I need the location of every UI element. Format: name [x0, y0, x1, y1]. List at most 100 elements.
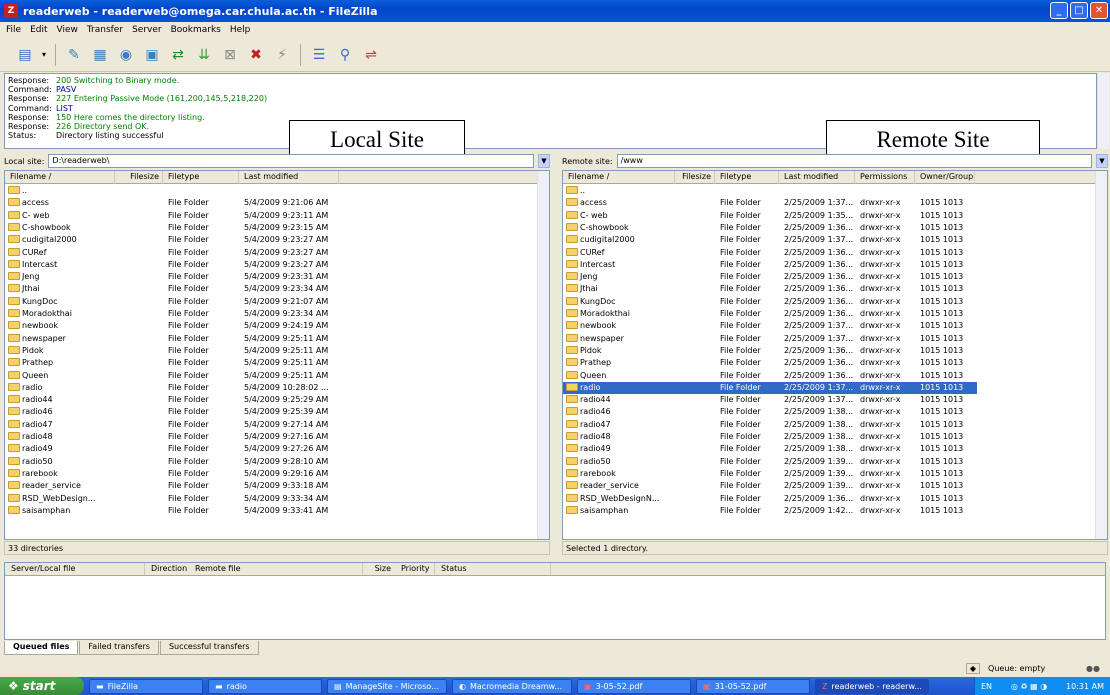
- transfer-queue[interactable]: Server/Local file Direction Remote file …: [4, 562, 1106, 640]
- file-row[interactable]: radio47 File Folder 5/4/2009 9:27:14 AM: [5, 419, 537, 431]
- file-row[interactable]: radio46 File Folder 5/4/2009 9:25:39 AM: [5, 406, 537, 418]
- task-readerweb[interactable]: Zreaderweb - readerw...: [815, 678, 929, 694]
- file-row[interactable]: reader_service File Folder 5/4/2009 9:33:1…: [5, 480, 537, 492]
- file-row[interactable]: Queen File Folder 2/25/2009 1:36... drwxr-x…: [563, 370, 977, 382]
- queue-toggle-icon[interactable]: ▣: [141, 44, 163, 66]
- filter-icon[interactable]: ☰: [308, 44, 330, 66]
- chevron-down-icon[interactable]: ▼: [1096, 154, 1108, 168]
- file-row[interactable]: saisamphan File Folder 5/4/2009 9:33:41 AM: [5, 505, 537, 517]
- file-row[interactable]: C- web File Folder 5/4/2009 9:23:11 AM: [5, 210, 537, 222]
- file-row[interactable]: Prathep File Folder 2/25/2009 1:36... drwxr…: [563, 357, 977, 369]
- file-row[interactable]: radio49 File Folder 2/25/2009 1:38... drwxr…: [563, 443, 977, 455]
- minimize-button[interactable]: _: [1050, 2, 1068, 19]
- file-row[interactable]: radio File Folder 5/4/2009 10:28:02 ...: [5, 382, 537, 394]
- col-filename[interactable]: Filename /: [563, 171, 675, 184]
- file-row[interactable]: Intercast File Folder 2/25/2009 1:36... drw…: [563, 259, 977, 271]
- process-queue-icon[interactable]: ⇊: [193, 44, 215, 66]
- file-row[interactable]: cudigital2000 File Folder 2/25/2009 1:37..…: [563, 234, 977, 246]
- menu-help[interactable]: Help: [230, 25, 251, 35]
- file-row[interactable]: radio49 File Folder 5/4/2009 9:27:26 AM: [5, 443, 537, 455]
- file-row[interactable]: newspaper File Folder 2/25/2009 1:37... drw…: [563, 333, 977, 345]
- file-row[interactable]: Jeng File Folder 5/4/2009 9:23:31 AM: [5, 271, 537, 283]
- file-row[interactable]: cudigital2000 File Folder 5/4/2009 9:23:27…: [5, 234, 537, 246]
- close-button[interactable]: ✕: [1090, 2, 1108, 19]
- menu-server[interactable]: Server: [132, 25, 162, 35]
- col-remote-file[interactable]: Remote file: [189, 563, 363, 575]
- file-row[interactable]: ..: [563, 185, 977, 197]
- local-tree-toggle-icon[interactable]: ▦: [89, 44, 111, 66]
- local-scrollbar[interactable]: [537, 171, 549, 539]
- message-log-toggle-icon[interactable]: ✎: [63, 44, 85, 66]
- start-button[interactable]: ❖ start: [0, 677, 84, 695]
- file-row[interactable]: rarebook File Folder 5/4/2009 9:29:16 AM: [5, 468, 537, 480]
- file-row[interactable]: newspaper File Folder 5/4/2009 9:25:11 AM: [5, 333, 537, 345]
- file-row[interactable]: KungDoc File Folder 2/25/2009 1:36... drwxr…: [563, 296, 977, 308]
- remote-path-input[interactable]: /www: [616, 154, 1092, 168]
- compare-icon[interactable]: ⚲: [334, 44, 356, 66]
- file-row[interactable]: rarebook File Folder 2/25/2009 1:39... drwx…: [563, 468, 977, 480]
- col-filesize[interactable]: Filesize: [115, 171, 163, 184]
- col-filetype[interactable]: Filetype: [163, 171, 239, 184]
- file-row[interactable]: CURef File Folder 5/4/2009 9:23:27 AM: [5, 247, 537, 259]
- remote-file-list[interactable]: Filename / Filesize Filetype Last modifi…: [562, 170, 1108, 540]
- sync-browse-icon[interactable]: ⇌: [360, 44, 382, 66]
- remote-scrollbar[interactable]: [1095, 171, 1107, 539]
- file-row[interactable]: newbook File Folder 5/4/2009 9:24:19 AM: [5, 320, 537, 332]
- task-managesite[interactable]: ▤ ManageSite - Microso...: [327, 678, 447, 694]
- file-row[interactable]: reader_service File Folder 2/25/2009 1:39.…: [563, 480, 977, 492]
- menu-view[interactable]: View: [57, 25, 78, 35]
- col-permissions[interactable]: Permissions: [855, 171, 915, 184]
- file-row[interactable]: radio46 File Folder 2/25/2009 1:38... drwxr…: [563, 406, 977, 418]
- file-row[interactable]: ..: [5, 185, 537, 197]
- file-row[interactable]: C-showbook File Folder 5/4/2009 9:23:15 AM: [5, 222, 537, 234]
- file-row[interactable]: newbook File Folder 2/25/2009 1:37... drwxr…: [563, 320, 977, 332]
- col-size[interactable]: Size: [363, 563, 395, 575]
- col-filesize[interactable]: Filesize: [675, 171, 715, 184]
- menu-file[interactable]: File: [6, 25, 21, 35]
- file-row[interactable]: radio File Folder 2/25/2009 1:37... drwxr-x…: [563, 381, 977, 395]
- file-row[interactable]: Jeng File Folder 2/25/2009 1:36... drwxr-xr…: [563, 271, 977, 283]
- refresh-icon[interactable]: ⇄: [167, 44, 189, 66]
- file-row[interactable]: Moradokthai File Folder 2/25/2009 1:36... d…: [563, 308, 977, 320]
- file-row[interactable]: Queen File Folder 5/4/2009 9:25:11 AM: [5, 370, 537, 382]
- file-row[interactable]: Pidok File Folder 2/25/2009 1:36... drwxr-x…: [563, 345, 977, 357]
- file-row[interactable]: RSD_WebDesignN... File Folder 2/25/2009 1:…: [563, 493, 977, 505]
- col-owner-group[interactable]: Owner/Group: [915, 171, 975, 184]
- task-filezilla[interactable]: ▬ FileZilla: [89, 678, 203, 694]
- reconnect-icon[interactable]: ⚡: [271, 44, 293, 66]
- language-indicator[interactable]: EN: [981, 682, 992, 691]
- task-radio[interactable]: ▬ radio: [208, 678, 322, 694]
- file-row[interactable]: saisamphan File Folder 2/25/2009 1:42... dr…: [563, 505, 977, 517]
- cancel-icon[interactable]: ⊠: [219, 44, 241, 66]
- file-row[interactable]: radio50 File Folder 5/4/2009 9:28:10 AM: [5, 456, 537, 468]
- tab-failed-transfers[interactable]: Failed transfers: [79, 641, 159, 655]
- file-row[interactable]: Jthai File Folder 5/4/2009 9:23:34 AM: [5, 283, 537, 295]
- col-last-modified[interactable]: Last modified: [779, 171, 855, 184]
- local-path-input[interactable]: D:\readerweb\: [48, 154, 534, 168]
- file-row[interactable]: KungDoc File Folder 5/4/2009 9:21:07 AM: [5, 296, 537, 308]
- file-row[interactable]: Moradokthai File Folder 5/4/2009 9:23:34 A…: [5, 308, 537, 320]
- tray-icons[interactable]: ◎ ♻ ▦ ◑: [1011, 682, 1047, 691]
- maximize-button[interactable]: □: [1070, 2, 1088, 19]
- site-manager-icon[interactable]: ▤: [14, 44, 36, 66]
- local-file-list[interactable]: Filename / Filesize Filetype Last modifi…: [4, 170, 550, 540]
- log-scrollbar[interactable]: [1097, 73, 1109, 149]
- col-priority[interactable]: Priority: [395, 563, 435, 575]
- file-row[interactable]: radio50 File Folder 2/25/2009 1:39... drwxr…: [563, 456, 977, 468]
- file-row[interactable]: Jthai File Folder 2/25/2009 1:36... drwxr-x…: [563, 283, 977, 295]
- tab-queued-files[interactable]: Queued files: [4, 641, 79, 655]
- file-row[interactable]: Prathep File Folder 5/4/2009 9:25:11 AM: [5, 357, 537, 369]
- file-row[interactable]: C-showbook File Folder 2/25/2009 1:36... dr…: [563, 222, 977, 234]
- remote-tree-toggle-icon[interactable]: ◉: [115, 44, 137, 66]
- file-row[interactable]: Pidok File Folder 5/4/2009 9:25:11 AM: [5, 345, 537, 357]
- file-row[interactable]: access File Folder 5/4/2009 9:21:06 AM: [5, 197, 537, 209]
- menu-edit[interactable]: Edit: [30, 25, 47, 35]
- tab-successful-transfers[interactable]: Successful transfers: [159, 641, 259, 655]
- file-row[interactable]: C- web File Folder 2/25/2009 1:35... drwxr-…: [563, 210, 977, 222]
- chevron-down-icon[interactable]: ▼: [538, 154, 550, 168]
- file-row[interactable]: Intercast File Folder 5/4/2009 9:23:27 AM: [5, 259, 537, 271]
- col-filetype[interactable]: Filetype: [715, 171, 779, 184]
- file-row[interactable]: radio47 File Folder 2/25/2009 1:38... drwxr…: [563, 419, 977, 431]
- menu-transfer[interactable]: Transfer: [87, 25, 123, 35]
- col-status[interactable]: Status: [435, 563, 551, 575]
